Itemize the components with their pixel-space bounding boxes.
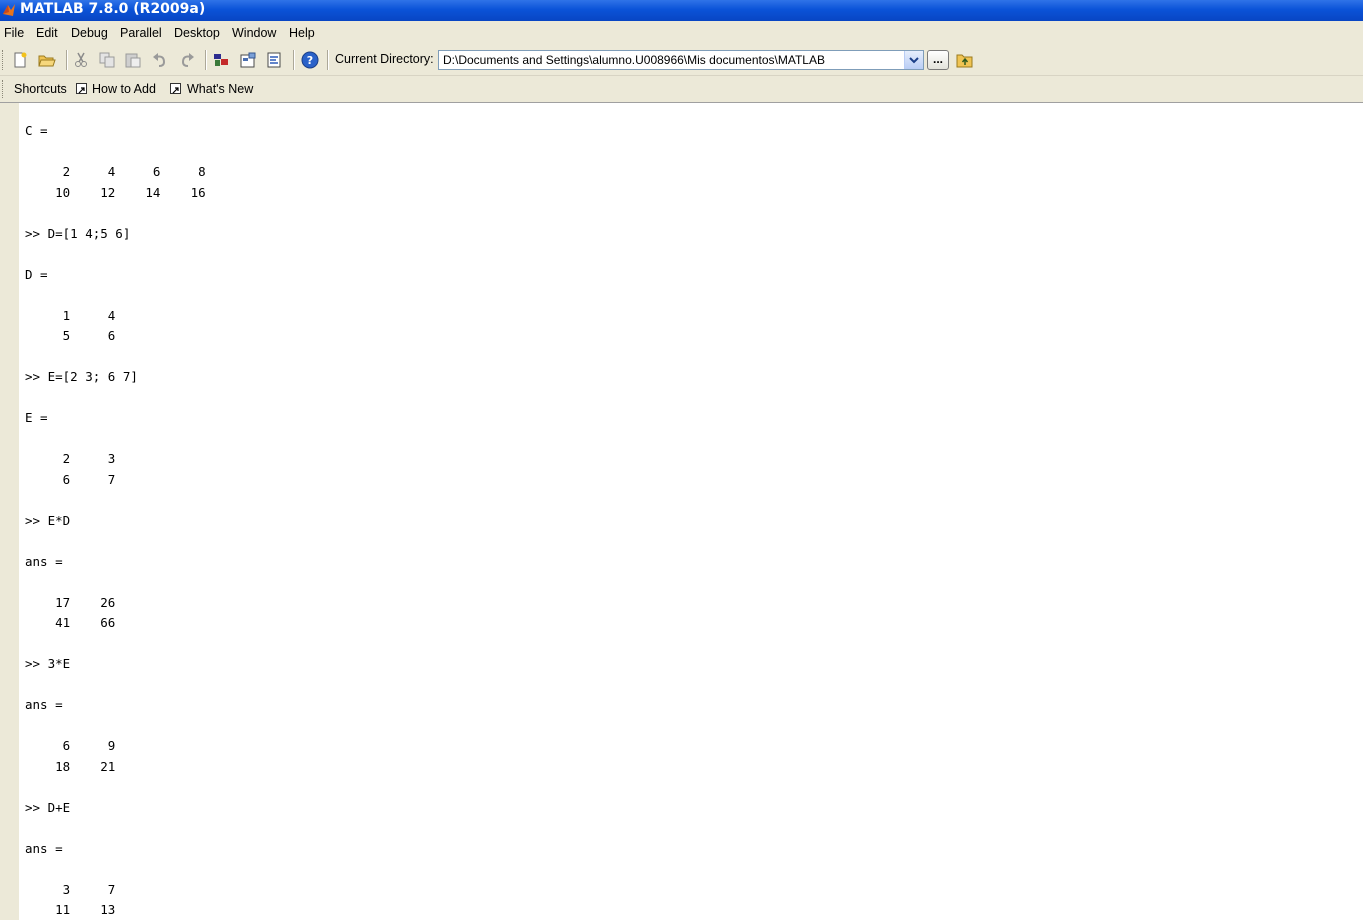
toolbar-separator: [205, 50, 207, 70]
toolbar-separator: [66, 50, 68, 70]
menu-parallel[interactable]: Parallel: [120, 26, 162, 40]
command-output-line: 41 66: [25, 615, 116, 630]
menu-bar: File Edit Debug Parallel Desktop Window …: [0, 21, 1363, 45]
command-output-line: 18 21: [25, 758, 116, 774]
toolbar-separator: [293, 50, 295, 70]
command-output-line: 11 13: [25, 902, 116, 917]
profiler-icon[interactable]: [265, 51, 283, 69]
toolbar-grip[interactable]: [2, 50, 6, 70]
command-window[interactable]: C = 2 4 6 8 10 12 14 16 >> D=[1 4;5 6] D…: [19, 103, 1363, 920]
help-icon[interactable]: ?: [301, 51, 319, 69]
paste-icon[interactable]: [124, 51, 142, 69]
command-output-line: 6 7: [25, 471, 116, 487]
command-input-line: >> D=[1 4;5 6]: [25, 225, 131, 241]
command-output-line: 5 6: [25, 328, 116, 343]
shortcut-whats-new[interactable]: What's New: [187, 82, 253, 96]
command-output-line: 10 12 14 16: [25, 184, 206, 200]
window-title: MATLAB 7.8.0 (R2009a): [20, 1, 206, 17]
menu-debug[interactable]: Debug: [71, 26, 108, 40]
shortcut-arrow-icon: [76, 83, 87, 94]
menu-edit[interactable]: Edit: [36, 26, 58, 40]
command-output-line: 2 3: [25, 451, 116, 466]
command-output-line: 1 4: [25, 307, 116, 323]
command-output-line: 17 26: [25, 594, 116, 610]
command-window-gutter: [0, 103, 19, 920]
menu-window[interactable]: Window: [232, 26, 276, 40]
up-folder-icon[interactable]: [956, 52, 974, 68]
open-folder-icon[interactable]: [38, 51, 56, 69]
command-output-line: D =: [25, 266, 48, 282]
title-bar: MATLAB 7.8.0 (R2009a): [0, 0, 1363, 21]
command-input-line: >> D+E: [25, 799, 71, 815]
simulink-icon[interactable]: [212, 51, 230, 69]
undo-icon[interactable]: [151, 51, 169, 69]
redo-icon[interactable]: [178, 51, 196, 69]
current-directory-dropdown[interactable]: [904, 51, 923, 69]
current-directory-label: Current Directory:: [335, 52, 434, 66]
command-output-line: ans =: [25, 697, 63, 712]
shortcuts-grip[interactable]: [2, 80, 6, 98]
menu-desktop[interactable]: Desktop: [174, 26, 220, 40]
shortcuts-toolbar: Shortcuts How to Add What's New: [0, 76, 1363, 103]
new-file-icon[interactable]: [11, 51, 29, 69]
menu-file[interactable]: File: [4, 26, 24, 40]
cut-icon[interactable]: [72, 51, 90, 69]
command-input-line: >> 3*E: [25, 656, 71, 671]
svg-text:?: ?: [307, 54, 313, 67]
command-output-line: ans =: [25, 840, 63, 856]
matlab-logo-icon: [3, 4, 15, 16]
command-output-line: 3 7: [25, 881, 116, 897]
chevron-down-icon: [909, 57, 919, 64]
command-input-line: >> E*D: [25, 512, 71, 528]
command-output-line: C =: [25, 123, 48, 138]
toolbar-separator: [327, 50, 329, 70]
current-directory-input[interactable]: D:\Documents and Settings\alumno.U008966…: [438, 50, 924, 70]
copy-icon[interactable]: [98, 51, 116, 69]
command-output-line: E =: [25, 410, 48, 425]
command-output-line: ans =: [25, 553, 63, 569]
command-output-line: 2 4 6 8: [25, 164, 206, 179]
shortcut-how-to-add[interactable]: How to Add: [92, 82, 156, 96]
command-input-line: >> E=[2 3; 6 7]: [25, 369, 138, 384]
guide-icon[interactable]: [239, 51, 257, 69]
menu-help[interactable]: Help: [289, 26, 315, 40]
shortcuts-label[interactable]: Shortcuts: [14, 82, 67, 96]
command-output-line: 6 9: [25, 738, 116, 753]
browse-folder-button[interactable]: ...: [927, 50, 949, 70]
shortcut-arrow-icon: [170, 83, 181, 94]
